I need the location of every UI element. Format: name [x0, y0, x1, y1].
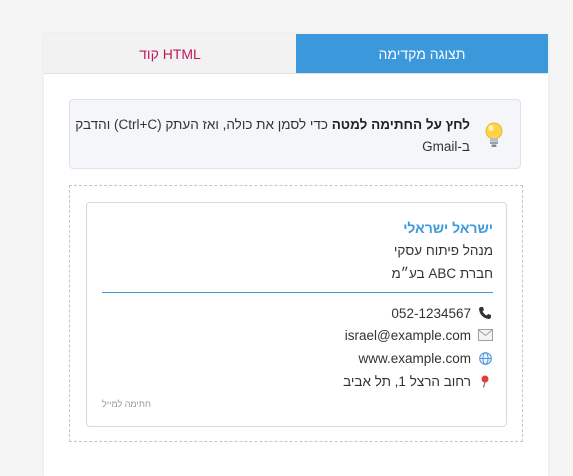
signature-company: חברת ABC בע״מ	[391, 266, 493, 281]
copy-instructions-text: לחץ על החתימה למטה כדי לסמן את כולה, ואז…	[70, 114, 470, 158]
signature-email-row: israel@example.com	[345, 327, 493, 343]
signature-address: רחוב הרצל 1, תל אביב	[343, 373, 471, 389]
copy-instructions-box: לחץ על החתימה למטה כדי לסמן את כולה, ואז…	[69, 99, 521, 169]
signature-preview-card: קוד HTML תצוגה מקדימה לחץ על החתימה למטה…	[44, 34, 548, 476]
tab-preview-label: תצוגה מקדימה	[378, 45, 466, 62]
copy-instructions-bold: לחץ על החתימה למטה	[331, 117, 470, 132]
signature-address-row: רחוב הרצל 1, תל אביב	[343, 373, 493, 389]
signature-phone-row: 052-1234567	[391, 305, 493, 321]
globe-icon	[477, 350, 493, 366]
tab-bar: קוד HTML תצוגה מקדימה	[44, 34, 548, 74]
lightbulb-icon	[485, 122, 503, 147]
tab-preview[interactable]: תצוגה מקדימה	[296, 34, 548, 73]
signature-drop-area: ישראל ישראלי מנהל פיתוח עסקי חברת ABC בע…	[69, 185, 523, 442]
signature-divider	[102, 292, 493, 293]
signature-name: ישראל ישראלי	[403, 220, 493, 236]
signature-footer-note: חתימה למייל	[102, 399, 151, 409]
tab-html-code[interactable]: קוד HTML	[44, 34, 296, 73]
signature-email: israel@example.com	[344, 327, 471, 343]
signature-phone: 052-1234567	[391, 305, 471, 321]
signature-website: www.example.com	[358, 350, 471, 366]
email-signature[interactable]: ישראל ישראלי מנהל פיתוח עסקי חברת ABC בע…	[86, 202, 507, 427]
envelope-icon	[477, 327, 493, 343]
tab-html-code-label: קוד HTML	[139, 45, 201, 62]
phone-icon	[477, 305, 493, 321]
signature-role: מנהל פיתוח עסקי	[393, 243, 493, 258]
map-pin-icon	[477, 373, 493, 389]
signature-website-row: www.example.com	[358, 350, 493, 366]
